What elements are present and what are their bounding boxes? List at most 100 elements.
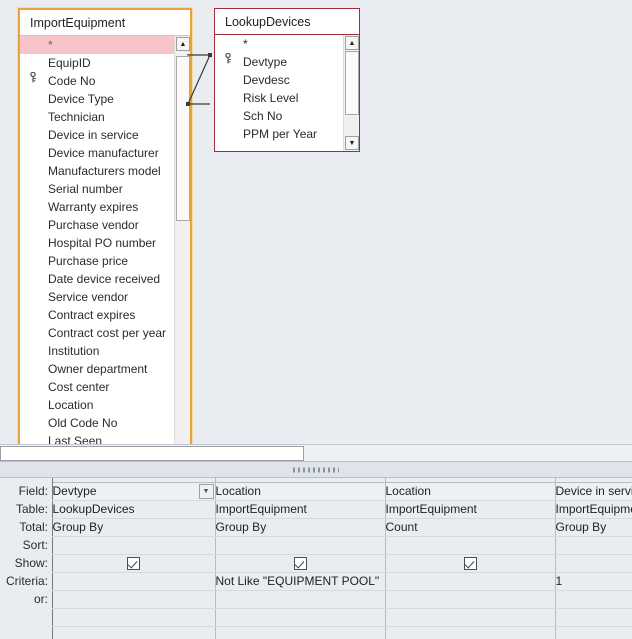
scroll-down-arrow-icon[interactable]: ▼ <box>345 136 359 150</box>
grid-cell-empty[interactable] <box>51 608 216 627</box>
grid-row-empty[interactable] <box>0 626 632 639</box>
field-list-item[interactable]: Devdesc <box>215 71 343 89</box>
grid-cell-total[interactable]: Group By <box>555 518 632 537</box>
field-name: PPM per Year <box>243 127 318 141</box>
grid-cell-total[interactable]: Group By <box>215 518 386 537</box>
field-list-item[interactable]: Technician <box>20 108 174 126</box>
grid-row-criteria[interactable]: Criteria:Not Like "EQUIPMENT POOL"1"EQUI… <box>0 572 632 591</box>
grid-cell-table[interactable]: ImportEquipment <box>385 500 556 519</box>
field-list-item[interactable]: EquipID <box>20 54 174 72</box>
field-list-item[interactable]: Device in service <box>20 126 174 144</box>
grid-cell-sort[interactable] <box>51 536 216 555</box>
grid-cell-criteria[interactable]: Not Like "EQUIPMENT POOL" <box>215 572 386 591</box>
grid-cell-or[interactable] <box>215 590 386 609</box>
field-list-item[interactable]: Hospital PO number <box>20 234 174 252</box>
grid-cell-criteria[interactable]: 1 <box>555 572 632 591</box>
grid-cell-field[interactable]: Location <box>385 481 556 501</box>
grid-cell-sort[interactable] <box>385 536 556 555</box>
field-list-item[interactable]: Cost center <box>20 378 174 396</box>
grid-cell-show[interactable] <box>51 554 216 573</box>
grid-cell-field[interactable]: Location <box>215 481 386 501</box>
grid-row-total[interactable]: Total:Group ByGroup ByCountGroup ByGroup… <box>0 518 632 537</box>
grid-cell-table[interactable]: ImportEquipment <box>555 500 632 519</box>
field-list-item[interactable]: Device manufacturer <box>20 144 174 162</box>
horizontal-scrollbar-thumb[interactable] <box>0 446 304 461</box>
grid-row-empty[interactable] <box>0 608 632 627</box>
grid-cell-total[interactable]: Count <box>385 518 556 537</box>
field-list-item[interactable]: Service vendor <box>20 288 174 306</box>
grid-row-sort[interactable]: Sort: <box>0 536 632 555</box>
query-design-grid-pane[interactable]: Field: Devtype ▼ Location Location Device in … <box>0 478 632 639</box>
field-list-item[interactable]: Institution <box>20 342 174 360</box>
grid-row-show[interactable]: Show: <box>0 554 632 573</box>
query-design-grid[interactable]: Field: Devtype ▼ Location Location Device in … <box>0 478 632 639</box>
field-list-item[interactable]: * <box>215 35 343 53</box>
field-name: EquipID <box>48 56 91 70</box>
grid-row-label-field: Field: <box>0 482 48 500</box>
grid-cell-table[interactable]: LookupDevices <box>51 500 216 519</box>
grid-cell-show[interactable] <box>555 554 632 573</box>
grid-row-field[interactable]: Field: Devtype ▼ Location Location Device in … <box>0 481 632 501</box>
grid-cell-empty[interactable] <box>215 608 386 627</box>
show-checkbox[interactable] <box>127 557 140 571</box>
field-list-item[interactable]: Old Code No <box>20 414 174 432</box>
table-box-lookupdevices[interactable]: LookupDevices * Devtype Devdesc Risk Level S… <box>214 8 360 152</box>
field-list-item[interactable]: Location <box>20 396 174 414</box>
query-diagram-pane[interactable]: ImportEquipment * EquipID Code No Device Ty… <box>0 0 632 461</box>
grid-cell-empty[interactable] <box>555 608 632 627</box>
show-checkbox[interactable] <box>293 557 307 571</box>
field-list-item[interactable]: Warranty expires <box>20 198 174 216</box>
grid-row-label-empty <box>0 626 48 639</box>
field-list-item[interactable]: Sch No <box>215 107 343 125</box>
grid-cell-table[interactable]: ImportEquipment <box>215 500 386 519</box>
horizontal-scrollbar-diagram[interactable] <box>0 444 632 461</box>
grid-cell-empty[interactable] <box>555 626 632 639</box>
grid-cell-or[interactable] <box>51 590 216 609</box>
field-list-item[interactable]: PPM per Year <box>215 125 343 143</box>
chevron-down-icon[interactable]: ▼ <box>198 483 214 499</box>
grid-cell-empty[interactable] <box>385 608 556 627</box>
grid-cell-empty[interactable] <box>215 626 386 639</box>
field-list-item[interactable]: Owner department <box>20 360 174 378</box>
field-list-item[interactable]: Devtype <box>215 53 343 71</box>
field-name: Purchase vendor <box>48 218 139 232</box>
scroll-up-arrow-icon[interactable]: ▲ <box>176 37 190 51</box>
scrollbar-thumb[interactable] <box>345 51 359 115</box>
field-list-item[interactable]: Serial number <box>20 180 174 198</box>
grid-cell-sort[interactable] <box>215 536 386 555</box>
field-list-item[interactable]: Manufacturers model <box>20 162 174 180</box>
grid-cell-criteria[interactable] <box>385 572 556 591</box>
grid-cell-field[interactable]: Device in service <box>555 481 632 501</box>
field-list-item[interactable]: Date device received <box>20 270 174 288</box>
grid-cell-field[interactable]: Devtype ▼ <box>51 481 216 501</box>
grid-cell-criteria[interactable] <box>51 572 216 591</box>
field-name: Date device received <box>48 272 161 286</box>
grid-cell-show[interactable] <box>385 554 556 573</box>
grid-cell-sort[interactable] <box>555 536 632 555</box>
field-name: Devdesc <box>243 73 290 87</box>
field-list-item[interactable]: * <box>20 36 174 54</box>
grid-cell-total[interactable]: Group By <box>51 518 216 537</box>
grid-cell-empty[interactable] <box>385 626 556 639</box>
field-list-item[interactable]: Device Type <box>20 90 174 108</box>
field-list-item[interactable]: Code No <box>20 72 174 90</box>
grid-row-table[interactable]: Table: LookupDevices ImportEquipment Import… <box>0 500 632 519</box>
field-list-importequipment[interactable]: * EquipID Code No Device Type Technician Devi… <box>20 36 174 461</box>
field-list-item[interactable]: Contract cost per year <box>20 324 174 342</box>
scroll-up-arrow-icon[interactable]: ▲ <box>345 36 359 50</box>
field-list-item[interactable]: Purchase vendor <box>20 216 174 234</box>
grid-cell-show[interactable] <box>215 554 386 573</box>
field-list-item[interactable]: Purchase price <box>20 252 174 270</box>
table-box-importequipment[interactable]: ImportEquipment * EquipID Code No Device Ty… <box>18 8 192 461</box>
vertical-scrollbar-lookupdevices[interactable]: ▲ ▼ <box>343 35 359 151</box>
grid-row-or[interactable]: or: <box>0 590 632 609</box>
field-list-item[interactable]: Risk Level <box>215 89 343 107</box>
grid-cell-empty[interactable] <box>51 626 216 639</box>
show-checkbox[interactable] <box>463 557 477 571</box>
grid-cell-or[interactable] <box>555 590 632 609</box>
field-list-item[interactable]: Contract expires <box>20 306 174 324</box>
field-list-lookupdevices[interactable]: * Devtype Devdesc Risk Level Sch No PPM per Y… <box>215 35 343 151</box>
join-line-icon[interactable] <box>186 52 226 110</box>
pane-splitter[interactable] <box>0 461 632 478</box>
grid-cell-or[interactable] <box>385 590 556 609</box>
